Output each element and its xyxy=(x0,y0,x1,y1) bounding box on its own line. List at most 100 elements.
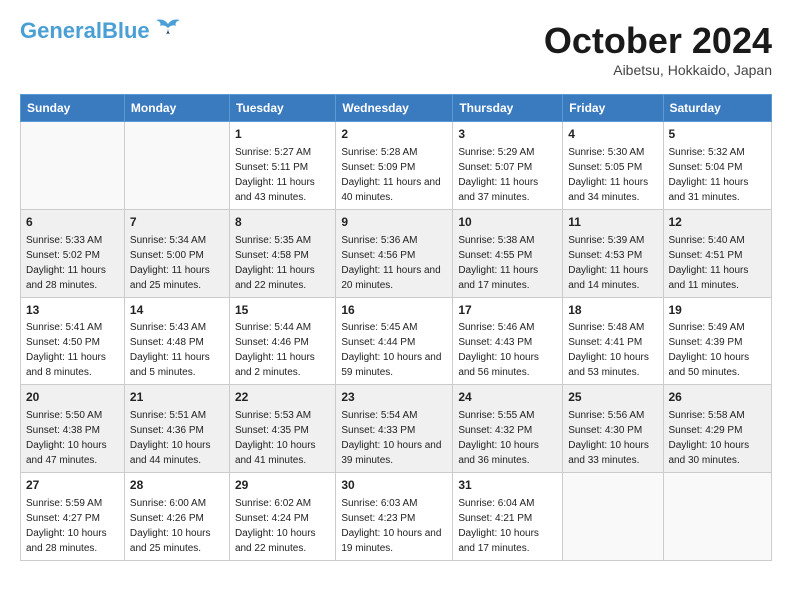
cell-line: Sunset: 4:26 PM xyxy=(130,511,224,526)
cell-content: Sunrise: 5:38 AMSunset: 4:55 PMDaylight:… xyxy=(458,233,557,293)
day-number: 1 xyxy=(235,126,330,143)
cell-line: Sunrise: 6:02 AM xyxy=(235,496,330,511)
cell-content: Sunrise: 5:30 AMSunset: 5:05 PMDaylight:… xyxy=(568,145,657,205)
cell-line: Daylight: 11 hours and 28 minutes. xyxy=(26,263,119,293)
calendar-cell: 19Sunrise: 5:49 AMSunset: 4:39 PMDayligh… xyxy=(663,297,772,385)
cell-line: Daylight: 11 hours and 20 minutes. xyxy=(341,263,447,293)
cell-line: Daylight: 10 hours and 25 minutes. xyxy=(130,526,224,556)
calendar-cell: 9Sunrise: 5:36 AMSunset: 4:56 PMDaylight… xyxy=(336,209,453,297)
cell-line: Sunset: 4:51 PM xyxy=(669,248,767,263)
cell-content: Sunrise: 5:51 AMSunset: 4:36 PMDaylight:… xyxy=(130,408,224,468)
cell-line: Sunrise: 5:33 AM xyxy=(26,233,119,248)
cell-line: Sunrise: 5:35 AM xyxy=(235,233,330,248)
cell-line: Sunset: 4:35 PM xyxy=(235,423,330,438)
cell-line: Sunrise: 6:03 AM xyxy=(341,496,447,511)
cell-line: Daylight: 11 hours and 43 minutes. xyxy=(235,175,330,205)
calendar-cell: 31Sunrise: 6:04 AMSunset: 4:21 PMDayligh… xyxy=(453,473,563,561)
day-number: 25 xyxy=(568,389,657,406)
day-number: 31 xyxy=(458,477,557,494)
cell-line: Daylight: 10 hours and 41 minutes. xyxy=(235,438,330,468)
cell-content: Sunrise: 5:45 AMSunset: 4:44 PMDaylight:… xyxy=(341,320,447,380)
calendar-cell: 16Sunrise: 5:45 AMSunset: 4:44 PMDayligh… xyxy=(336,297,453,385)
weekday-header: Monday xyxy=(124,95,229,122)
cell-line: Sunrise: 5:32 AM xyxy=(669,145,767,160)
cell-content: Sunrise: 5:36 AMSunset: 4:56 PMDaylight:… xyxy=(341,233,447,293)
cell-line: Daylight: 11 hours and 22 minutes. xyxy=(235,263,330,293)
day-number: 22 xyxy=(235,389,330,406)
page-header: GeneralBlue October 2024 Aibetsu, Hokkai… xyxy=(20,20,772,78)
logo-general: General xyxy=(20,18,102,43)
cell-line: Sunrise: 5:41 AM xyxy=(26,320,119,335)
day-number: 6 xyxy=(26,214,119,231)
cell-line: Sunrise: 5:53 AM xyxy=(235,408,330,423)
cell-line: Sunrise: 5:56 AM xyxy=(568,408,657,423)
cell-line: Daylight: 10 hours and 19 minutes. xyxy=(341,526,447,556)
cell-line: Sunrise: 5:51 AM xyxy=(130,408,224,423)
cell-line: Sunrise: 5:29 AM xyxy=(458,145,557,160)
cell-line: Daylight: 10 hours and 33 minutes. xyxy=(568,438,657,468)
cell-content: Sunrise: 5:46 AMSunset: 4:43 PMDaylight:… xyxy=(458,320,557,380)
cell-line: Sunset: 4:56 PM xyxy=(341,248,447,263)
cell-line: Sunset: 4:41 PM xyxy=(568,335,657,350)
cell-line: Sunrise: 5:50 AM xyxy=(26,408,119,423)
calendar-cell: 22 Sunrise: 5:53 AMSunset: 4:35 PMDayligh… xyxy=(229,385,335,473)
cell-line: Sunrise: 5:55 AM xyxy=(458,408,557,423)
cell-content: Sunrise: 5:33 AMSunset: 5:02 PMDaylight:… xyxy=(26,233,119,293)
calendar-cell: 24Sunrise: 5:55 AMSunset: 4:32 PMDayligh… xyxy=(453,385,563,473)
cell-line: Daylight: 10 hours and 17 minutes. xyxy=(458,526,557,556)
cell-line: Daylight: 11 hours and 5 minutes. xyxy=(130,350,224,380)
calendar-cell xyxy=(663,473,772,561)
cell-line: Sunrise: 5:38 AM xyxy=(458,233,557,248)
cell-content: Sunrise: 5:59 AMSunset: 4:27 PMDaylight:… xyxy=(26,496,119,556)
cell-line: Sunset: 4:30 PM xyxy=(568,423,657,438)
cell-line: Sunset: 5:09 PM xyxy=(341,160,447,175)
day-number: 11 xyxy=(568,214,657,231)
cell-line: Sunrise: 5:30 AM xyxy=(568,145,657,160)
cell-content: Sunrise: 5:32 AMSunset: 5:04 PMDaylight:… xyxy=(669,145,767,205)
cell-line: Daylight: 10 hours and 28 minutes. xyxy=(26,526,119,556)
cell-line: Sunset: 5:11 PM xyxy=(235,160,330,175)
cell-line: Sunset: 4:44 PM xyxy=(341,335,447,350)
day-number: 26 xyxy=(669,389,767,406)
cell-content: Sunrise: 5:43 AMSunset: 4:48 PMDaylight:… xyxy=(130,320,224,380)
cell-line: Sunset: 5:04 PM xyxy=(669,160,767,175)
day-number: 7 xyxy=(130,214,224,231)
cell-line: Daylight: 11 hours and 25 minutes. xyxy=(130,263,224,293)
cell-line: Sunset: 4:23 PM xyxy=(341,511,447,526)
calendar-cell: 8Sunrise: 5:35 AMSunset: 4:58 PMDaylight… xyxy=(229,209,335,297)
cell-line: Sunrise: 5:43 AM xyxy=(130,320,224,335)
calendar-cell: 26Sunrise: 5:58 AMSunset: 4:29 PMDayligh… xyxy=(663,385,772,473)
cell-content: Sunrise: 6:03 AMSunset: 4:23 PMDaylight:… xyxy=(341,496,447,556)
cell-line: Daylight: 10 hours and 30 minutes. xyxy=(669,438,767,468)
calendar-cell: 21Sunrise: 5:51 AMSunset: 4:36 PMDayligh… xyxy=(124,385,229,473)
calendar-cell: 25 Sunrise: 5:56 AMSunset: 4:30 PMDayligh… xyxy=(563,385,663,473)
title-section: October 2024 Aibetsu, Hokkaido, Japan xyxy=(544,20,772,78)
cell-line: Sunrise: 6:04 AM xyxy=(458,496,557,511)
cell-content: Sunrise: 5:29 AMSunset: 5:07 PMDaylight:… xyxy=(458,145,557,205)
cell-line: Sunrise: 5:40 AM xyxy=(669,233,767,248)
day-number: 29 xyxy=(235,477,330,494)
weekday-header: Wednesday xyxy=(336,95,453,122)
cell-line: Sunset: 5:07 PM xyxy=(458,160,557,175)
cell-content: Sunrise: 5:50 AMSunset: 4:38 PMDaylight:… xyxy=(26,408,119,468)
calendar-week-row: 20Sunrise: 5:50 AMSunset: 4:38 PMDayligh… xyxy=(21,385,772,473)
calendar-cell xyxy=(563,473,663,561)
weekday-header: Thursday xyxy=(453,95,563,122)
calendar-cell: 29Sunrise: 6:02 AMSunset: 4:24 PMDayligh… xyxy=(229,473,335,561)
cell-line: Sunrise: 5:54 AM xyxy=(341,408,447,423)
calendar-week-row: 13Sunrise: 5:41 AMSunset: 4:50 PMDayligh… xyxy=(21,297,772,385)
cell-line: Sunset: 5:05 PM xyxy=(568,160,657,175)
cell-content: Sunrise: 5:39 AMSunset: 4:53 PMDaylight:… xyxy=(568,233,657,293)
day-number: 30 xyxy=(341,477,447,494)
day-number: 12 xyxy=(669,214,767,231)
cell-line: Daylight: 10 hours and 22 minutes. xyxy=(235,526,330,556)
day-number: 3 xyxy=(458,126,557,143)
cell-line: Daylight: 11 hours and 40 minutes. xyxy=(341,175,447,205)
calendar-cell: 17Sunrise: 5:46 AMSunset: 4:43 PMDayligh… xyxy=(453,297,563,385)
day-number: 5 xyxy=(669,126,767,143)
cell-line: Sunset: 4:29 PM xyxy=(669,423,767,438)
cell-line: Sunset: 4:50 PM xyxy=(26,335,119,350)
calendar-cell: 13Sunrise: 5:41 AMSunset: 4:50 PMDayligh… xyxy=(21,297,125,385)
cell-line: Sunrise: 5:34 AM xyxy=(130,233,224,248)
day-number: 10 xyxy=(458,214,557,231)
